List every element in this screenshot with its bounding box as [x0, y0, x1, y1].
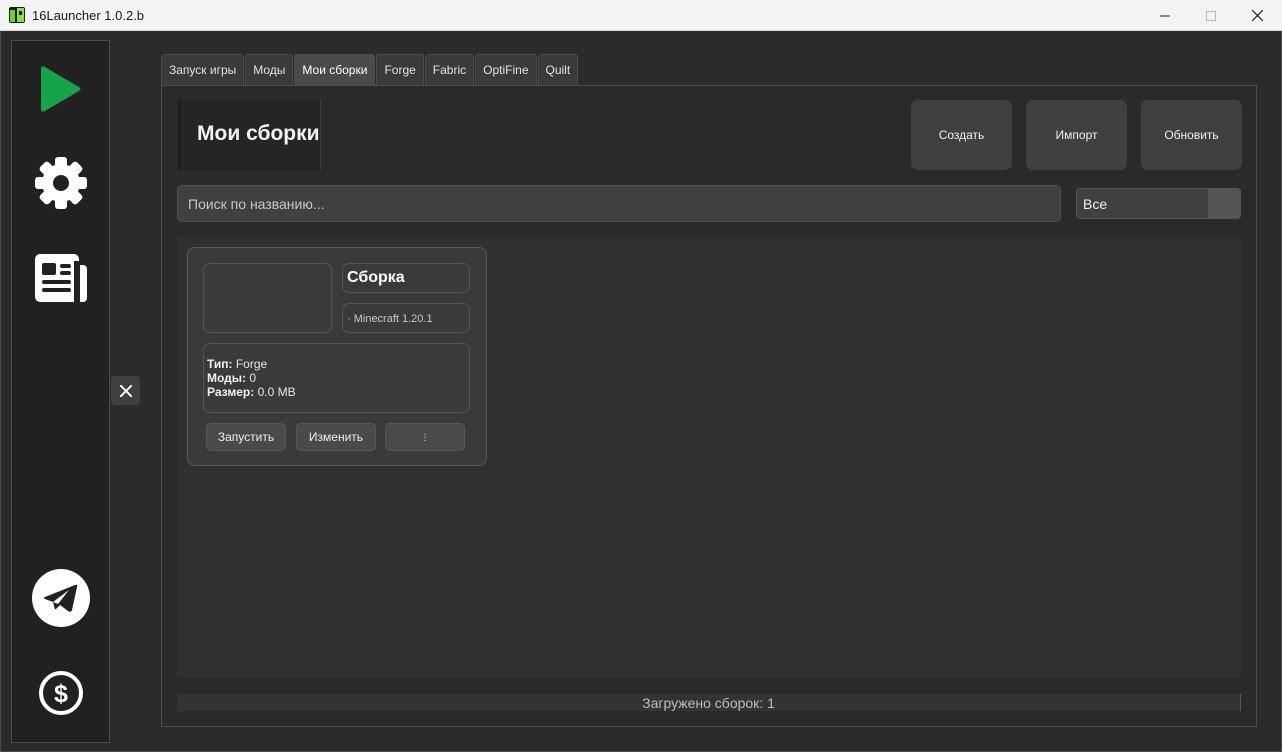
filter-dropdown[interactable]: Все [1076, 188, 1241, 219]
tab-bar: Запуск игры Моды Мои сборки Forge Fabric… [161, 54, 579, 85]
collapse-sidebar-button[interactable] [111, 376, 140, 405]
tab-forge[interactable]: Forge [376, 54, 424, 85]
build-size-label: Размер: [207, 385, 255, 399]
build-type-value: Forge [235, 357, 268, 371]
dropdown-arrow-icon[interactable] [1208, 189, 1240, 218]
filter-value: Все [1083, 196, 1108, 212]
sidebar-item-settings[interactable] [12, 156, 109, 210]
build-version: · Minecraft 1.20.1 [342, 303, 470, 333]
sidebar-item-play[interactable] [12, 63, 109, 115]
svg-text:$: $ [54, 680, 68, 708]
tab-my-builds[interactable]: Мои сборки [294, 54, 376, 85]
title-bar: 16Launcher 1.0.2.b [0, 0, 1282, 31]
app-logo-icon [9, 7, 25, 23]
page-title: Мои сборки [197, 122, 320, 145]
minimize-icon [1160, 15, 1170, 16]
minimize-button[interactable] [1142, 0, 1188, 31]
sidebar-item-telegram[interactable] [12, 568, 109, 628]
tab-mods[interactable]: Моды [245, 54, 294, 85]
maximize-icon [1206, 10, 1216, 21]
maximize-button[interactable] [1188, 0, 1234, 31]
edit-build-button[interactable]: Изменить [296, 423, 376, 451]
play-icon [40, 66, 80, 112]
news-icon [34, 254, 87, 302]
tab-fabric[interactable]: Fabric [424, 54, 475, 85]
close-window-button[interactable] [1234, 0, 1280, 31]
build-size-value: 0.0 MB [257, 385, 296, 399]
build-details: Тип: Forge Моды: 0 Размер: 0.0 MB [203, 343, 470, 413]
more-options-button[interactable]: ⋮ [385, 423, 465, 451]
telegram-icon [31, 569, 90, 627]
build-size-row: Размер: 0.0 MB [207, 385, 466, 399]
search-input[interactable]: Поиск по названию... [177, 185, 1061, 222]
gear-icon [34, 157, 87, 209]
status-bar: Загружено сборок: 1 [177, 694, 1241, 711]
tab-quilt[interactable]: Quilt [537, 54, 579, 85]
build-name: Сборка [342, 263, 470, 293]
create-button[interactable]: Создать [911, 100, 1012, 170]
refresh-button[interactable]: Обновить [1141, 100, 1242, 170]
tab-optifine[interactable]: OptiFine [475, 54, 537, 85]
sidebar-item-donate[interactable]: $ [12, 669, 109, 717]
build-thumbnail [203, 263, 332, 333]
close-icon [1251, 10, 1263, 21]
build-mods-row: Моды: 0 [207, 371, 466, 385]
tab-launch[interactable]: Запуск игры [161, 54, 245, 85]
dollar-icon: $ [38, 671, 83, 715]
sidebar-item-news[interactable] [12, 253, 109, 303]
build-type-label: Тип: [207, 357, 233, 371]
build-mods-label: Моды: [207, 371, 247, 385]
close-icon [119, 384, 132, 397]
build-type-row: Тип: Forge [207, 357, 466, 371]
build-mods-value: 0 [249, 371, 257, 385]
import-button[interactable]: Импорт [1026, 100, 1127, 170]
sidebar: $ [11, 40, 110, 743]
launch-build-button[interactable]: Запустить [206, 423, 286, 451]
window-title: 16Launcher 1.0.2.b [32, 8, 145, 23]
